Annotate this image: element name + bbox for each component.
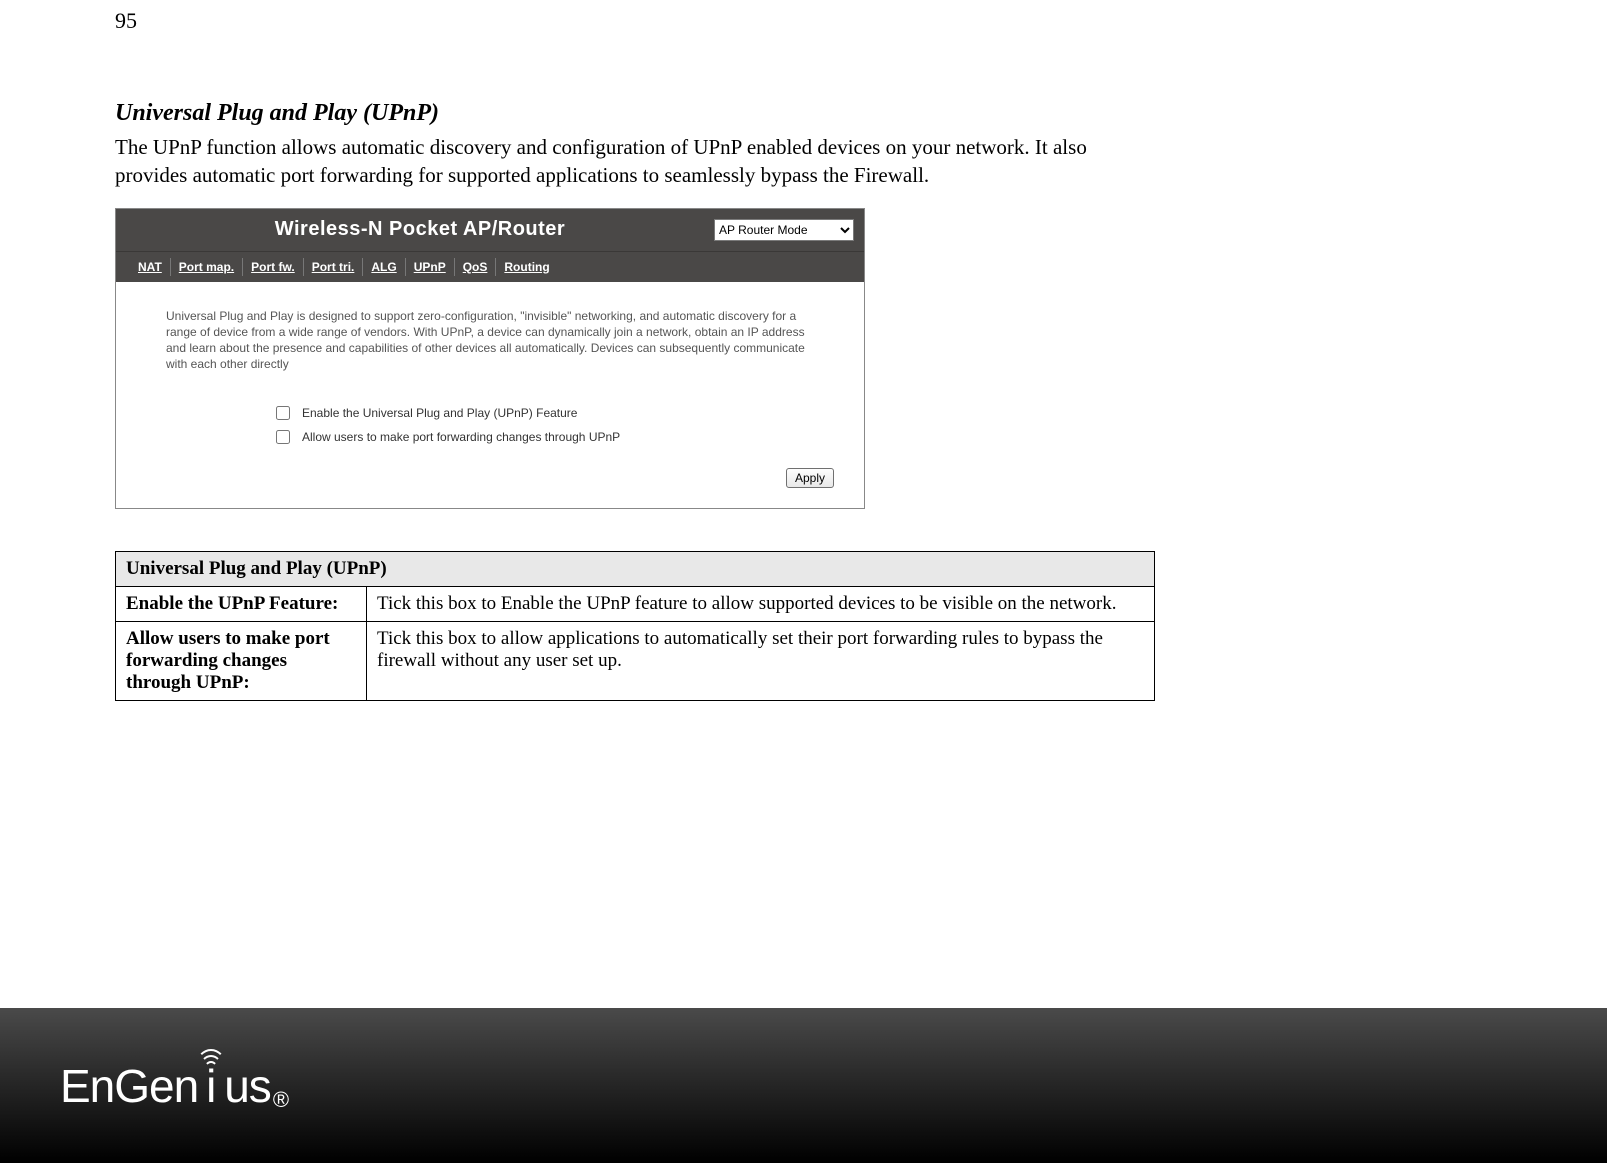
content-area: Universal Plug and Play (UPnP) The UPnP …: [115, 100, 1155, 701]
table-row: Enable the UPnP Feature: Tick this box t…: [116, 587, 1155, 622]
page-number: 95: [115, 8, 137, 34]
tab-nat[interactable]: NAT: [130, 260, 170, 274]
apply-button[interactable]: Apply: [786, 468, 834, 488]
tab-qos[interactable]: QoS: [455, 260, 496, 274]
tab-upnp[interactable]: UPnP: [406, 260, 454, 274]
info-table-header-row: Universal Plug and Play (UPnP): [116, 552, 1155, 587]
allow-portfwd-checkbox[interactable]: [276, 430, 290, 444]
section-description: The UPnP function allows automatic disco…: [115, 133, 1155, 190]
info-row-desc: Tick this box to Enable the UPnP feature…: [367, 587, 1155, 622]
section-title: Universal Plug and Play (UPnP): [115, 100, 1155, 127]
router-tabs: NAT Port map. Port fw. Port tri. ALG UPn…: [116, 251, 864, 282]
enable-upnp-checkbox[interactable]: [276, 406, 290, 420]
info-row-label: Allow users to make port forwarding chan…: [116, 622, 367, 701]
table-row: Allow users to make port forwarding chan…: [116, 622, 1155, 701]
tab-port-map[interactable]: Port map.: [171, 260, 242, 274]
brand-wifi-i: i: [198, 1059, 224, 1113]
info-row-label: Enable the UPnP Feature:: [116, 587, 367, 622]
info-table-header: Universal Plug and Play (UPnP): [116, 552, 1155, 587]
footer-bar: EnGen i us ®: [0, 1008, 1607, 1163]
brand-text-part1: EnGen: [60, 1059, 198, 1113]
tab-port-tri[interactable]: Port tri.: [304, 260, 363, 274]
brand-text-part2: us: [224, 1059, 271, 1113]
brand-logo: EnGen i us ®: [60, 1059, 289, 1113]
apply-row: Apply: [166, 454, 842, 490]
enable-upnp-label: Enable the Universal Plug and Play (UPnP…: [302, 406, 577, 420]
router-panel: Wireless-N Pocket AP/Router AP Router Mo…: [115, 208, 865, 510]
tab-port-fw[interactable]: Port fw.: [243, 260, 303, 274]
router-title: Wireless-N Pocket AP/Router: [126, 218, 714, 241]
router-description: Universal Plug and Play is designed to s…: [166, 308, 826, 373]
tab-alg[interactable]: ALG: [363, 260, 404, 274]
info-row-desc: Tick this box to allow applications to a…: [367, 622, 1155, 701]
registered-mark-icon: ®: [273, 1087, 289, 1113]
tab-routing[interactable]: Routing: [496, 260, 557, 274]
info-table: Universal Plug and Play (UPnP) Enable th…: [115, 551, 1155, 701]
allow-portfwd-label: Allow users to make port forwarding chan…: [302, 430, 620, 444]
option-enable-upnp-row: Enable the Universal Plug and Play (UPnP…: [276, 406, 842, 420]
page-root: 95 Universal Plug and Play (UPnP) The UP…: [0, 0, 1607, 1163]
mode-dropdown[interactable]: AP Router Mode: [714, 219, 854, 241]
router-header: Wireless-N Pocket AP/Router AP Router Mo…: [116, 209, 864, 251]
router-body: Universal Plug and Play is designed to s…: [116, 282, 864, 509]
option-allow-portfwd-row: Allow users to make port forwarding chan…: [276, 430, 842, 444]
